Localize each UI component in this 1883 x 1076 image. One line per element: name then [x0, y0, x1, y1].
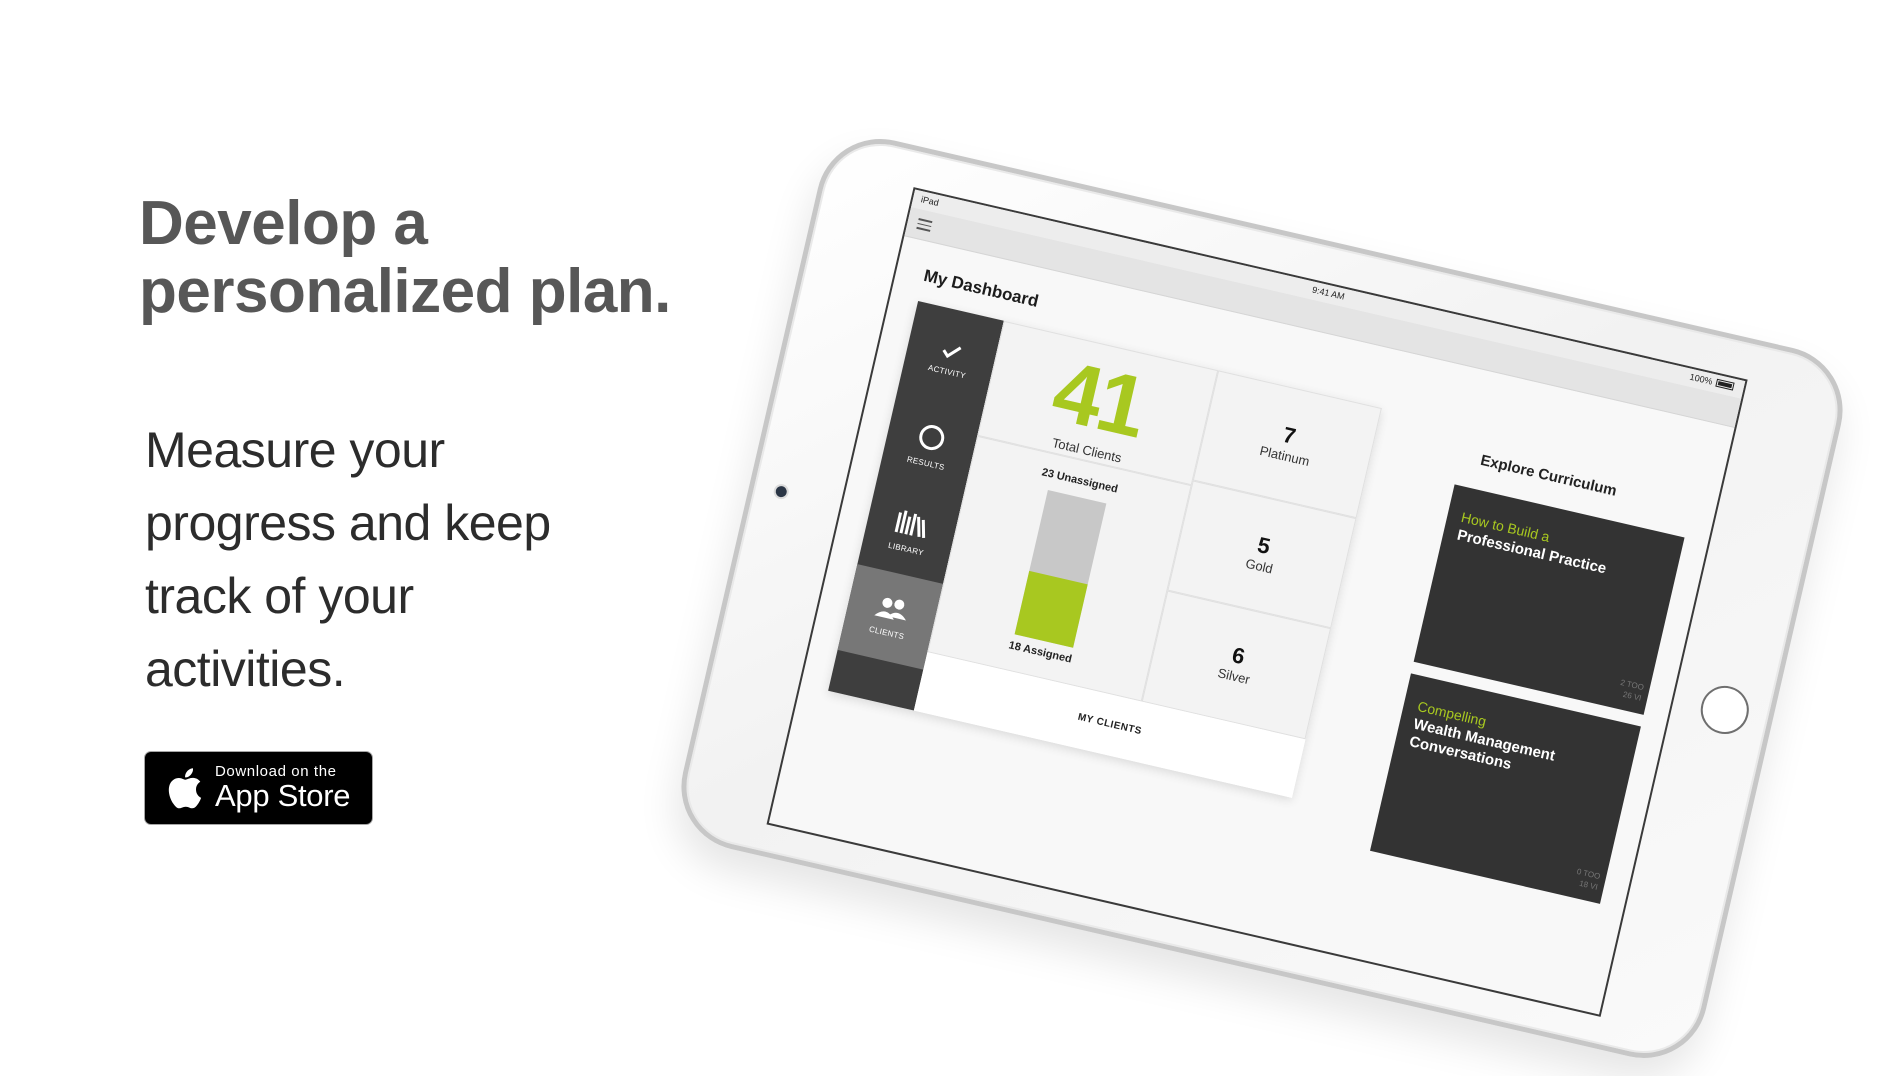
subcopy-line: activities. [145, 641, 346, 697]
dashboard-card: ACTIVITY RESULTS LIBRARY CLIENTS 41 Tota… [828, 301, 1382, 798]
ipad-device: iPad 9:41 AM 100% My Dashboard ACTIVITY [668, 126, 1856, 1071]
hamburger-menu-icon[interactable] [916, 218, 933, 233]
headline-line-2: personalized plan. [139, 257, 671, 326]
assigned-bar-fill [1014, 570, 1088, 648]
course-meta: 0 TOO 18 VI [1573, 866, 1601, 893]
course-card[interactable]: How to Build a Professional Practice 2 T… [1413, 484, 1685, 715]
subcopy-line: progress and keep [145, 495, 551, 551]
rail-label: LIBRARY [887, 540, 925, 558]
ring-icon [919, 424, 945, 450]
course-title: Wealth Management Conversations [1407, 715, 1557, 774]
check-icon [942, 346, 962, 358]
subcopy-line: track of your [145, 568, 414, 624]
course-meta: 2 TOO 26 VI [1617, 677, 1645, 704]
app-store-badge[interactable]: Download on the App Store [144, 751, 373, 825]
apple-icon [168, 768, 202, 809]
battery-percent: 100% [1688, 371, 1714, 387]
subcopy-line: Measure your [145, 422, 445, 478]
books-icon [894, 509, 926, 538]
subcopy: Measure your progress and keep track of … [145, 414, 605, 706]
course-title: Professional Practice [1455, 526, 1608, 578]
headline-line-1: Develop a [139, 189, 428, 258]
rail-label: RESULTS [906, 454, 946, 472]
badge-big-text: App Store [215, 778, 351, 813]
curriculum-title: Explore Curriculum [1478, 451, 1619, 500]
app-screen: iPad 9:41 AM 100% My Dashboard ACTIVITY [766, 187, 1748, 1017]
camera-icon [774, 485, 788, 499]
rail-label: ACTIVITY [927, 362, 967, 381]
home-button[interactable] [1696, 681, 1754, 739]
headline: Develop a personalized plan. [139, 190, 671, 326]
battery-icon [1715, 378, 1735, 391]
page-title: My Dashboard [921, 265, 1041, 311]
rail-label: CLIENTS [868, 624, 906, 641]
course-card[interactable]: Compelling Wealth Management Conversatio… [1370, 673, 1641, 904]
people-icon [874, 597, 907, 620]
assignment-bar [1014, 490, 1107, 648]
